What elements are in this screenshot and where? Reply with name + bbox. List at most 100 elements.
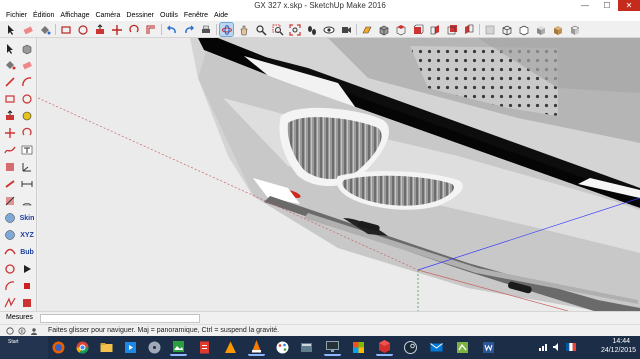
stop-icon[interactable] [20,279,34,293]
print-icon[interactable] [199,23,212,36]
walk-icon[interactable] [305,23,318,36]
winamp-icon[interactable] [222,339,239,356]
smoothing-tool-icon[interactable] [3,245,17,259]
greenapp-icon[interactable] [454,339,471,356]
move-tool-icon[interactable] [3,126,17,140]
protractor-tool-icon[interactable] [20,194,34,208]
mail-icon[interactable] [428,339,445,356]
steam-icon[interactable] [402,339,419,356]
menu-fenetre[interactable]: Fenêtre [181,11,211,21]
top-view-icon[interactable] [394,23,407,36]
scale-tool-icon[interactable] [3,160,17,174]
app-pdf-icon[interactable] [196,339,213,356]
back-view-icon[interactable] [445,23,458,36]
bezier-tool-icon[interactable] [3,296,17,310]
network-icon[interactable] [538,342,548,352]
rectangle-tool-icon[interactable] [3,92,17,106]
move-icon[interactable] [110,23,123,36]
follow-me-tool-icon[interactable] [3,177,17,191]
tape-measure-icon[interactable] [20,109,34,123]
model-viewport[interactable] [38,38,640,311]
arc-snap-tool-icon[interactable] [3,279,17,293]
text-tool-icon[interactable] [20,143,34,157]
freehand-tool-icon[interactable] [3,143,17,157]
bub-tool-label[interactable]: Bub [18,245,36,259]
left-view-icon[interactable] [462,23,475,36]
right-view-icon[interactable] [428,23,441,36]
vlc-icon[interactable] [248,339,265,356]
eraser-tool-icon[interactable] [20,58,34,72]
minimize-button[interactable]: — [574,0,596,11]
chrome-icon[interactable] [74,339,91,356]
line-tool-icon[interactable] [3,75,17,89]
geolocation-icon[interactable] [6,327,14,335]
component-tool-icon[interactable] [20,42,34,56]
rotate-icon[interactable] [127,23,140,36]
user-icon[interactable] [30,327,38,335]
tools-icon[interactable] [298,339,315,356]
start-button[interactable]: Start [0,336,48,359]
arc-tool-icon[interactable] [20,75,34,89]
menu-edition[interactable]: Édition [30,11,57,21]
section-icon[interactable] [360,23,373,36]
rotate-tool-icon[interactable] [20,126,34,140]
position-camera-icon[interactable] [339,23,352,36]
paint-bucket-icon[interactable] [38,23,51,36]
eraser-icon[interactable] [21,23,34,36]
hidden-line-icon[interactable] [517,23,530,36]
front-view-icon[interactable] [411,23,424,36]
dimension-tool-icon[interactable] [20,177,34,191]
clock-time[interactable]: 14:44 [612,338,630,345]
clock-date[interactable]: 24/12/2015 [601,347,636,354]
measurements-input[interactable] [40,314,200,323]
menu-dessiner[interactable]: Dessiner [123,11,157,21]
textured-icon[interactable] [551,23,564,36]
photos-icon[interactable] [170,339,187,356]
explorer-icon[interactable] [98,339,115,356]
xray-icon[interactable] [483,23,496,36]
wireframe-icon[interactable] [500,23,513,36]
pushpull-tool-icon[interactable] [3,109,17,123]
shaded-icon[interactable] [534,23,547,36]
word-icon[interactable] [480,339,497,356]
menu-outils[interactable]: Outils [157,11,181,21]
offset-tool-icon[interactable] [3,194,17,208]
select-arrow-icon[interactable] [4,23,17,36]
offset-icon[interactable] [144,23,157,36]
skin-tool-label[interactable]: Skin [18,211,36,225]
axes-tool-icon[interactable] [20,160,34,174]
maximize-button[interactable]: ☐ [596,0,618,11]
close-button[interactable]: ✕ [618,0,640,11]
windows-media-icon[interactable] [122,339,139,356]
flag-icon[interactable] [350,339,367,356]
globe-icon[interactable] [3,211,17,225]
credits-icon[interactable]: i [18,327,26,335]
circle-tool-icon[interactable] [20,92,34,106]
flag-fr-icon[interactable] [566,342,576,352]
look-around-icon[interactable] [322,23,335,36]
circle-icon[interactable] [76,23,89,36]
zoom-window-icon[interactable] [271,23,284,36]
pan-icon[interactable] [237,23,250,36]
select-tool-icon[interactable] [3,42,17,56]
rectangle-icon[interactable] [59,23,72,36]
desktop-icon[interactable] [324,339,341,356]
zoom-extents-icon[interactable] [288,23,301,36]
menu-affichage[interactable]: Affichage [57,11,92,21]
globe-icon[interactable] [3,228,17,242]
xyz-tool-label[interactable]: XYZ [18,228,36,242]
orbit-icon[interactable] [219,22,234,37]
pushpull-icon[interactable] [93,23,106,36]
iso-view-icon[interactable] [377,23,390,36]
play-icon[interactable] [20,262,34,276]
redo-icon[interactable] [182,23,195,36]
loop-tool-icon[interactable] [3,262,17,276]
square-tool-icon[interactable] [20,296,34,310]
firefox-icon[interactable] [50,339,67,356]
sound-icon[interactable] [552,342,562,352]
menu-aide[interactable]: Aide [211,11,231,21]
paint-tool-icon[interactable] [3,58,17,72]
paint-icon[interactable] [274,339,291,356]
monochrome-icon[interactable] [568,23,581,36]
undo-icon[interactable] [165,23,178,36]
